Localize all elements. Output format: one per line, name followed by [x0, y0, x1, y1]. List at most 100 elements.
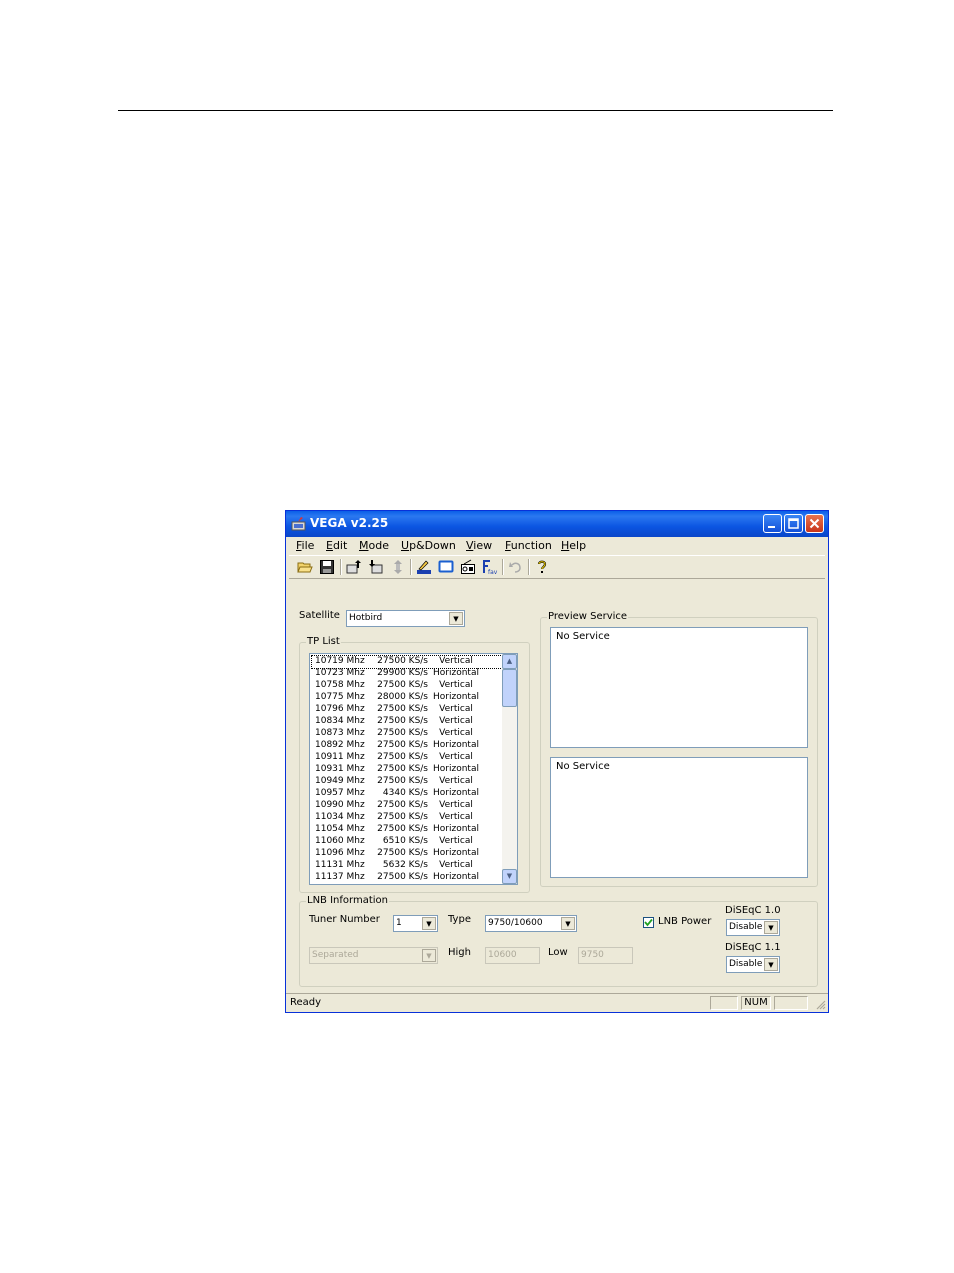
tp-frequency: 10719 Mhz [315, 656, 365, 666]
minimize-button[interactable] [763, 514, 782, 533]
tp-polarization: Vertical [439, 704, 473, 714]
upload-icon[interactable] [346, 559, 362, 575]
tp-list-item[interactable]: 10911 Mhz 27500 KS/s Vertical [312, 752, 502, 764]
tp-frequency: 11096 Mhz [315, 848, 365, 858]
open-folder-icon[interactable] [297, 559, 313, 575]
scroll-thumb[interactable] [502, 669, 517, 707]
tp-list-item[interactable]: 11054 Mhz 27500 KS/s Horizontal [312, 824, 502, 836]
tv-service-preview[interactable]: No Service [550, 627, 808, 748]
close-icon [809, 518, 820, 529]
diseqc-10-select[interactable]: Disable ▼ [726, 919, 780, 936]
menu-mode[interactable]: Mode [359, 539, 389, 552]
undo-icon[interactable] [508, 559, 524, 575]
edit-icon[interactable] [416, 559, 432, 575]
svg-text:fav: fav [488, 569, 498, 575]
tp-list-item[interactable]: 10796 Mhz 27500 KS/s Vertical [312, 704, 502, 716]
lnb-type-select[interactable]: 9750/10600 ▼ [485, 915, 577, 932]
status-text: Ready [290, 997, 322, 1008]
satellite-select[interactable]: Hotbird ▼ [346, 610, 465, 627]
favorite-icon[interactable]: fav [482, 559, 498, 575]
tp-list-item[interactable]: 10931 Mhz 27500 KS/s Horizontal [312, 764, 502, 776]
tp-polarization: Vertical [439, 656, 473, 666]
tp-symbol-rate: 27500 KS/s [377, 872, 428, 882]
tp-polarization: Horizontal [433, 764, 479, 774]
tp-symbol-rate: 27500 KS/s [377, 776, 428, 786]
tuner-number-select[interactable]: 1 ▼ [393, 915, 438, 932]
tp-polarization: Horizontal [433, 872, 479, 882]
tp-frequency: 10758 Mhz [315, 680, 365, 690]
tp-list-scrollbar[interactable]: ▲ ▼ [502, 654, 517, 884]
tp-list-item[interactable]: 10892 Mhz 27500 KS/s Horizontal [312, 740, 502, 752]
chevron-down-icon[interactable]: ▼ [422, 917, 436, 930]
diseqc-11-select[interactable]: Disable ▼ [726, 956, 780, 973]
high-label: High [448, 947, 471, 958]
chevron-down-icon[interactable]: ▼ [422, 949, 436, 962]
menu-edit[interactable]: Edit [326, 539, 347, 552]
tp-polarization: Vertical [439, 716, 473, 726]
tp-list-item[interactable]: 10834 Mhz 27500 KS/s Vertical [312, 716, 502, 728]
tp-list-item[interactable]: 10775 Mhz 28000 KS/s Horizontal [312, 692, 502, 704]
menu-function[interactable]: Function [505, 539, 552, 552]
tp-polarization: Vertical [439, 776, 473, 786]
tp-symbol-rate: 27500 KS/s [377, 812, 428, 822]
tp-symbol-rate: 6510 KS/s [382, 836, 428, 846]
low-frequency-field[interactable]: 9750 [578, 947, 633, 964]
menu-bar: File Edit Mode Up&Down View Function Hel… [286, 537, 828, 555]
status-pane-num: NUM [741, 996, 771, 1010]
tp-list-item[interactable]: 10719 Mhz 27500 KS/s Vertical [311, 655, 503, 669]
tp-frequency: 11131 Mhz [315, 860, 365, 870]
chevron-down-icon[interactable]: ▼ [764, 921, 778, 934]
maximize-icon [788, 518, 799, 529]
tp-frequency: 11034 Mhz [315, 812, 365, 822]
tp-list-item[interactable]: 11096 Mhz 27500 KS/s Horizontal [312, 848, 502, 860]
tp-symbol-rate: 27500 KS/s [377, 704, 428, 714]
preview-service-group: Preview Service No Service No Service [540, 611, 818, 887]
lnb-mode-select[interactable]: Separated ▼ [309, 947, 438, 964]
low-label: Low [548, 947, 568, 958]
tv-icon[interactable] [438, 559, 454, 575]
tp-symbol-rate: 29900 KS/s [377, 668, 428, 678]
tp-list-item[interactable]: 10957 Mhz 4340 KS/s Horizontal [312, 788, 502, 800]
tp-list-item[interactable]: 10758 Mhz 27500 KS/s Vertical [312, 680, 502, 692]
radio-service-preview[interactable]: No Service [550, 757, 808, 878]
tp-list-item[interactable]: 11034 Mhz 27500 KS/s Vertical [312, 812, 502, 824]
tp-frequency: 10834 Mhz [315, 716, 365, 726]
tp-list-item[interactable]: 11131 Mhz 5632 KS/s Vertical [312, 860, 502, 872]
help-icon[interactable] [534, 559, 550, 575]
page-header-rule [118, 110, 833, 111]
high-frequency-field[interactable]: 10600 [485, 947, 540, 964]
maximize-button[interactable] [784, 514, 803, 533]
tp-list-item[interactable]: 10873 Mhz 27500 KS/s Vertical [312, 728, 502, 740]
menu-help[interactable]: Help [561, 539, 586, 552]
tp-symbol-rate: 27500 KS/s [377, 848, 428, 858]
tp-list-group: TP List 10719 Mhz 27500 KS/s Vertical 10723… [299, 636, 530, 893]
transfer-icon[interactable] [390, 559, 406, 575]
tp-list-item[interactable]: 10990 Mhz 27500 KS/s Vertical [312, 800, 502, 812]
tp-list-item[interactable]: 10723 Mhz 29900 KS/s Horizontal [312, 668, 502, 680]
resize-grip-icon[interactable] [815, 999, 826, 1010]
scroll-down-icon[interactable]: ▼ [502, 869, 517, 884]
chevron-down-icon[interactable]: ▼ [764, 958, 778, 971]
chevron-down-icon[interactable]: ▼ [561, 917, 575, 930]
save-icon[interactable] [319, 559, 335, 575]
tp-list-item[interactable]: 11060 Mhz 6510 KS/s Vertical [312, 836, 502, 848]
scroll-up-icon[interactable]: ▲ [502, 654, 517, 669]
toolbar-separator [410, 559, 412, 575]
download-icon[interactable] [368, 559, 384, 575]
menu-updown[interactable]: Up&Down [401, 539, 456, 552]
tp-symbol-rate: 27500 KS/s [377, 740, 428, 750]
lnb-info-group: LNB Information Tuner Number 1 ▼ Type 97… [299, 895, 818, 987]
lnb-power-checkbox[interactable] [643, 917, 654, 928]
chevron-down-icon[interactable]: ▼ [449, 612, 463, 625]
tp-list-item[interactable]: 11137 Mhz 27500 KS/s Horizontal [312, 872, 502, 884]
menu-file[interactable]: File [296, 539, 314, 552]
tuner-number-label: Tuner Number [309, 914, 380, 925]
menu-view[interactable]: View [466, 539, 492, 552]
close-button[interactable] [805, 514, 824, 533]
tp-listbox[interactable]: 10719 Mhz 27500 KS/s Vertical 10723 Mhz 2990… [309, 653, 518, 885]
tp-frequency: 11137 Mhz [315, 872, 365, 882]
title-bar[interactable]: VEGA v2.25 [286, 511, 828, 537]
window-title: VEGA v2.25 [310, 516, 389, 530]
radio-icon[interactable] [460, 559, 476, 575]
tp-list-item[interactable]: 10949 Mhz 27500 KS/s Vertical [312, 776, 502, 788]
